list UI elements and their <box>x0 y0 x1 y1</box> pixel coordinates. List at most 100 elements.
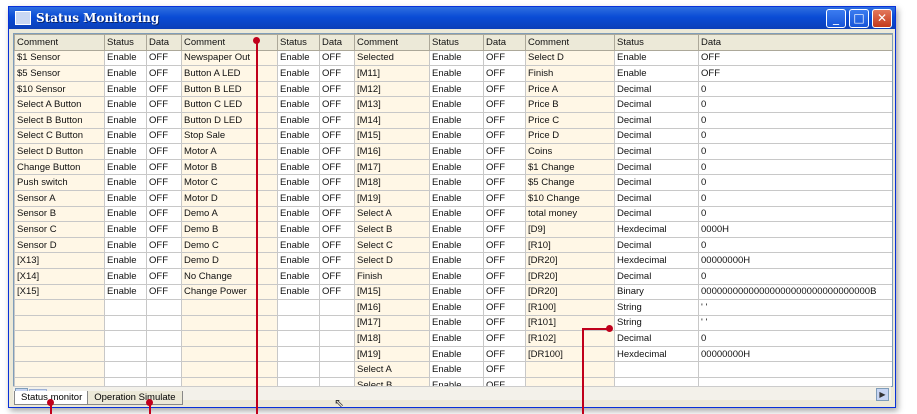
column-header[interactable]: Status <box>277 34 320 51</box>
comment-cell[interactable]: Sensor A <box>14 189 105 207</box>
status-cell[interactable]: Enable <box>429 205 484 223</box>
status-cell[interactable]: Enable <box>277 80 320 98</box>
status-cell[interactable]: Enable <box>277 221 320 238</box>
data-cell[interactable]: 0 <box>698 127 892 145</box>
data-cell[interactable]: OFF <box>483 330 526 347</box>
status-cell[interactable]: Enable <box>104 189 147 207</box>
comment-cell[interactable]: [X14] <box>14 267 105 285</box>
status-cell[interactable]: Enable <box>429 49 484 67</box>
status-cell[interactable] <box>104 314 147 332</box>
table-row[interactable]: $10 Sensor Enable OFF Button B LED Enable OFF… <box>14 80 892 98</box>
comment-cell[interactable]: [M15] <box>354 127 430 145</box>
table-row[interactable]: [X15] Enable OFF Change Power Enable OFF [M15]… <box>14 283 892 301</box>
data-cell[interactable]: OFF <box>483 314 526 332</box>
data-cell[interactable]: OFF <box>146 205 182 223</box>
data-cell[interactable]: 0 <box>698 189 892 207</box>
comment-cell[interactable] <box>525 361 615 379</box>
data-cell[interactable] <box>319 314 355 332</box>
status-cell[interactable]: String <box>614 299 699 316</box>
comment-cell[interactable]: Finish <box>354 267 430 285</box>
status-cell[interactable]: Enable <box>277 158 320 176</box>
status-cell[interactable]: Hexdecimal <box>614 221 699 238</box>
data-cell[interactable]: OFF <box>483 127 526 145</box>
close-button[interactable]: ✕ <box>872 8 892 28</box>
tab-operation-simulate[interactable]: Operation Simulate <box>87 391 183 405</box>
comment-cell[interactable]: Select B <box>354 221 430 238</box>
status-cell[interactable]: Enable <box>104 96 147 113</box>
comment-cell[interactable]: Demo C <box>181 236 278 254</box>
data-cell[interactable]: OFF <box>319 189 355 207</box>
minimize-button[interactable]: _ <box>826 8 846 28</box>
status-cell[interactable]: Enable <box>104 221 147 238</box>
table-row[interactable]: [M17] Enable OFF [R101] String ' ' <box>14 314 892 332</box>
status-cell[interactable]: Decimal <box>614 267 699 285</box>
status-cell[interactable]: Enable <box>614 65 699 82</box>
data-cell[interactable]: OFF <box>483 189 526 207</box>
comment-cell[interactable]: [M15] <box>354 283 430 301</box>
data-cell[interactable]: OFF <box>146 158 182 176</box>
data-cell[interactable] <box>146 314 182 332</box>
data-cell[interactable]: OFF <box>319 205 355 223</box>
status-cell[interactable]: Enable <box>277 143 320 160</box>
comment-cell[interactable]: [M18] <box>354 174 430 191</box>
data-cell[interactable]: OFF <box>483 143 526 160</box>
comment-cell[interactable]: $10 Sensor <box>14 80 105 98</box>
data-cell[interactable] <box>319 345 355 363</box>
comment-cell[interactable]: [D9] <box>525 221 615 238</box>
status-cell[interactable]: Enable <box>104 267 147 285</box>
status-cell[interactable]: Hexdecimal <box>614 345 699 363</box>
data-cell[interactable]: 0 <box>698 158 892 176</box>
comment-cell[interactable]: [R100] <box>525 299 615 316</box>
data-cell[interactable]: OFF <box>483 205 526 223</box>
table-row[interactable]: Select A Button Enable OFF Button C LED Enab… <box>14 96 892 113</box>
data-cell[interactable]: OFF <box>483 236 526 254</box>
comment-cell[interactable]: [DR20] <box>525 267 615 285</box>
maximize-button[interactable]: □ <box>849 8 869 28</box>
comment-cell[interactable]: Button A LED <box>181 65 278 82</box>
status-cell[interactable]: Enable <box>104 174 147 191</box>
data-cell[interactable]: 0 <box>698 143 892 160</box>
status-cell[interactable]: Binary <box>614 283 699 301</box>
data-cell[interactable]: OFF <box>146 127 182 145</box>
status-cell[interactable]: Enable <box>429 65 484 82</box>
data-cell[interactable]: OFF <box>319 283 355 301</box>
table-row[interactable]: Sensor D Enable OFF Demo C Enable OFF Select C… <box>14 236 892 254</box>
status-cell[interactable]: Hexdecimal <box>614 252 699 269</box>
data-cell[interactable]: OFF <box>483 283 526 301</box>
data-cell[interactable]: 0000H <box>698 221 892 238</box>
data-cell[interactable]: OFF <box>146 221 182 238</box>
data-cell[interactable]: OFF <box>483 65 526 82</box>
data-cell[interactable]: OFF <box>319 111 355 129</box>
comment-cell[interactable]: $1 Change <box>525 158 615 176</box>
comment-cell[interactable]: Finish <box>525 65 615 82</box>
status-cell[interactable]: Enable <box>277 174 320 191</box>
comment-cell[interactable]: Demo B <box>181 221 278 238</box>
comment-cell[interactable]: Select A Button <box>14 96 105 113</box>
data-cell[interactable]: OFF <box>146 283 182 301</box>
status-cell[interactable]: Enable <box>429 267 484 285</box>
comment-cell[interactable]: $1 Sensor <box>14 49 105 67</box>
table-row[interactable]: [X14] Enable OFF No Change Enable OFF Finish En… <box>14 267 892 285</box>
data-cell[interactable]: OFF <box>319 267 355 285</box>
data-cell[interactable] <box>146 345 182 363</box>
title-bar[interactable]: Status Monitoring _ □ ✕ <box>9 7 895 29</box>
data-cell[interactable]: OFF <box>319 96 355 113</box>
data-cell[interactable]: OFF <box>146 236 182 254</box>
comment-cell[interactable]: Select D Button <box>14 143 105 160</box>
table-row[interactable]: $5 Sensor Enable OFF Button A LED Enable OFF[… <box>14 65 892 82</box>
table-row[interactable]: Change Button Enable OFF Motor B Enable OFF [M… <box>14 158 892 176</box>
comment-cell[interactable]: [M17] <box>354 314 430 332</box>
comment-cell[interactable]: Change Button <box>14 158 105 176</box>
status-cell[interactable]: Decimal <box>614 205 699 223</box>
status-cell[interactable] <box>104 330 147 347</box>
comment-cell[interactable]: [M12] <box>354 80 430 98</box>
data-cell[interactable]: OFF <box>319 236 355 254</box>
data-cell[interactable]: OFF <box>146 267 182 285</box>
table-row[interactable]: [X13] Enable OFF Demo D Enable OFF Select D Ena… <box>14 252 892 269</box>
data-cell[interactable]: 0 <box>698 205 892 223</box>
data-cell[interactable]: OFF <box>146 96 182 113</box>
comment-cell[interactable]: Sensor C <box>14 221 105 238</box>
status-cell[interactable]: Enable <box>429 96 484 113</box>
status-cell[interactable]: Enable <box>104 49 147 67</box>
status-cell[interactable]: Enable <box>277 65 320 82</box>
